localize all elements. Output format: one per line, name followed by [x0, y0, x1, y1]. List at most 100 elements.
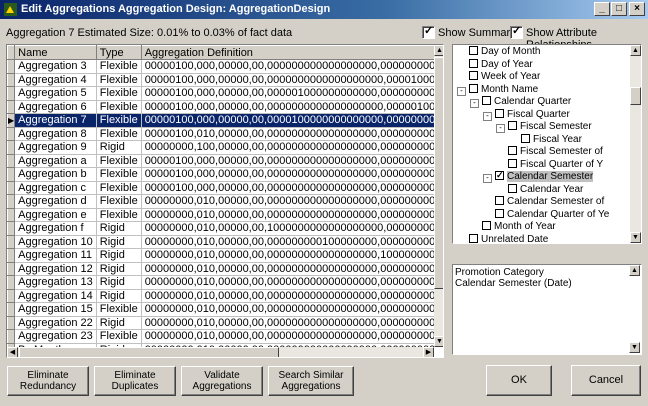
cell-name[interactable]: Aggregation a: [14, 154, 97, 168]
cell-definition[interactable]: 00000100,000,00000,00,000000000000000000…: [141, 100, 434, 114]
tree-node-checkbox[interactable]: [495, 108, 504, 118]
cell-type[interactable]: Rigid: [96, 248, 142, 263]
cell-type[interactable]: Flexible: [96, 302, 142, 317]
tree-node-checkbox[interactable]: [469, 83, 478, 93]
row-header[interactable]: [7, 59, 16, 74]
tree-node-checkbox[interactable]: [469, 58, 478, 68]
cell-definition[interactable]: 00000000,010,00000,00,000000000000000000…: [141, 208, 434, 222]
row-header[interactable]: [7, 315, 16, 330]
cell-name[interactable]: Aggregation 13: [14, 275, 97, 290]
cell-definition[interactable]: 00000100,000,00000,00,000000000000000000…: [141, 59, 434, 74]
table-row[interactable]: Aggregation 10 Rigid 00000000,010,00000,00…: [7, 234, 434, 249]
row-header[interactable]: [7, 248, 16, 263]
cell-name[interactable]: Aggregation c: [14, 181, 97, 195]
collapse-icon[interactable]: -: [457, 86, 466, 96]
aggregation-grid[interactable]: Name Type Aggregation Definition Aggrega…: [6, 44, 444, 358]
scroll-down-icon[interactable]: ▼: [629, 342, 640, 353]
tree-node-checkbox[interactable]: [482, 221, 491, 230]
cell-name[interactable]: Aggregation 3: [14, 59, 97, 74]
cell-type[interactable]: Flexible: [96, 154, 142, 168]
cell-definition[interactable]: 00000000,010,00000,00,000000000000000000…: [141, 316, 434, 330]
cell-definition[interactable]: 00000000,010,00000,00,000000000000000000…: [141, 329, 434, 344]
row-header[interactable]: ▶: [7, 113, 16, 128]
table-row[interactable]: Aggregation 11 Rigid 00000000,010,00000,00…: [7, 248, 434, 263]
column-header-name[interactable]: Name: [14, 45, 97, 60]
cell-name[interactable]: Aggregation 10: [14, 235, 97, 249]
tree-node-checkbox[interactable]: [469, 233, 478, 243]
cell-definition[interactable]: 00000000,010,00000,00,000000000000000000…: [141, 302, 434, 317]
tree-node[interactable]: Month of Year: [470, 220, 556, 233]
cell-definition[interactable]: 00000100,000,00000,00,000000000000000000…: [141, 167, 434, 182]
row-header[interactable]: [7, 194, 16, 209]
cell-type[interactable]: Flexible: [96, 194, 142, 209]
validate-aggregations-button[interactable]: Validate Aggregations: [181, 366, 263, 396]
scroll-down-icon[interactable]: ▼: [630, 232, 641, 243]
table-row[interactable]: Aggregation 3 Flexible 00000100,000,00000,…: [7, 59, 434, 74]
cell-name[interactable]: Aggregation 5: [14, 86, 97, 101]
tree-node-checkbox[interactable]: [521, 133, 530, 143]
tree-node-checkbox[interactable]: [508, 183, 517, 193]
cell-type[interactable]: Flexible: [96, 59, 142, 74]
row-header[interactable]: [7, 126, 16, 141]
column-header-type[interactable]: Type: [95, 45, 142, 60]
cell-name[interactable]: Aggregation 4: [14, 73, 97, 87]
tree-node[interactable]: Fiscal Quarter of Y: [496, 158, 603, 171]
table-row[interactable]: Aggregation f Rigid 00000000,010,00000,00,…: [7, 221, 434, 236]
tree-node-checkbox[interactable]: [508, 121, 517, 130]
cell-definition[interactable]: 00000000,010,00000,00,000000000000000000…: [141, 275, 434, 290]
eliminate-redundancy-button[interactable]: Eliminate Redundancy: [7, 366, 89, 396]
cell-name[interactable]: Aggregation 14: [14, 289, 97, 303]
cell-definition[interactable]: 00000100,000,00000,00,000010000000000000…: [141, 113, 434, 128]
column-header-definition[interactable]: Aggregation Definition: [140, 45, 434, 60]
cancel-button[interactable]: Cancel: [571, 365, 641, 396]
grid-horizontal-scrollbar[interactable]: ◀ ▶: [7, 347, 434, 357]
cell-name[interactable]: Aggregation d: [14, 194, 97, 209]
tree-node[interactable]: Calendar Semester of: [483, 195, 604, 208]
table-row[interactable]: Aggregation 23 Flexible 00000000,010,00000…: [7, 329, 434, 344]
cell-name[interactable]: Aggregation e: [14, 208, 97, 222]
cell-definition[interactable]: 00000000,010,00000,00,000000000000000000…: [141, 262, 434, 276]
cell-definition[interactable]: 00000100,000,00000,00,000000000000000000…: [141, 154, 434, 168]
collapse-icon[interactable]: -: [483, 111, 492, 121]
row-header[interactable]: [7, 72, 16, 87]
row-header[interactable]: [7, 180, 16, 195]
cell-name[interactable]: Aggregation 22: [14, 316, 97, 330]
scroll-up-icon[interactable]: ▲: [434, 45, 443, 56]
tree-node-checkbox[interactable]: [495, 208, 504, 218]
table-row[interactable]: Aggregation 9 Rigid 00000000,100,00000,00,…: [7, 140, 434, 155]
cell-type[interactable]: Rigid: [96, 221, 142, 236]
row-header[interactable]: [7, 167, 16, 182]
cell-type[interactable]: Flexible: [96, 329, 142, 344]
grid-vertical-scrollbar[interactable]: ▲ ▼: [434, 45, 443, 347]
table-row[interactable]: Aggregation 22 Rigid 00000000,010,00000,00…: [7, 315, 434, 330]
cell-type[interactable]: Flexible: [96, 167, 142, 182]
tree-node-checkbox[interactable]: [495, 196, 504, 205]
cell-name[interactable]: Aggregation 6: [14, 100, 97, 114]
cell-type[interactable]: Flexible: [96, 208, 142, 222]
cell-definition[interactable]: 00000000,010,00000,00,000000000000000000…: [141, 194, 434, 209]
table-row[interactable]: Aggregation 14 Rigid 00000000,010,00000,00…: [7, 288, 434, 303]
collapse-icon[interactable]: -: [470, 99, 479, 108]
attribute-tree[interactable]: Day of Month Day of Year Week of Year - Mont…: [452, 44, 642, 244]
cell-name[interactable]: Aggregation f: [14, 221, 97, 236]
cell-name[interactable]: Aggregation 9: [14, 140, 97, 155]
scroll-down-icon[interactable]: ▼: [434, 336, 443, 347]
tree-node[interactable]: Week of Year: [457, 70, 540, 83]
cell-name[interactable]: Aggregation 11: [14, 248, 97, 263]
row-header[interactable]: [7, 275, 16, 290]
cell-name[interactable]: Aggregation 7: [14, 113, 97, 128]
cell-type[interactable]: Rigid: [96, 235, 142, 249]
cell-name[interactable]: Aggregation 23: [14, 329, 97, 344]
cell-definition[interactable]: 00000000,010,00000,00,000000000000000000…: [141, 248, 434, 263]
table-row[interactable]: Aggregation 12 Rigid 00000000,010,00000,00…: [7, 261, 434, 276]
tree-node-checkbox[interactable]: [508, 158, 517, 168]
collapse-icon[interactable]: -: [496, 124, 505, 133]
table-row[interactable]: Aggregation 13 Rigid 00000000,010,00000,00…: [7, 275, 434, 290]
cell-type[interactable]: Flexible: [96, 113, 142, 128]
cell-type[interactable]: Rigid: [96, 140, 142, 155]
minimize-button[interactable]: _: [594, 2, 610, 16]
cell-type[interactable]: Rigid: [96, 316, 142, 330]
table-row[interactable]: Aggregation 4 Flexible 00000100,000,00000,…: [7, 72, 434, 87]
table-row[interactable]: Aggregation 5 Flexible 00000100,000,00000,…: [7, 86, 434, 101]
row-header[interactable]: [7, 234, 16, 249]
